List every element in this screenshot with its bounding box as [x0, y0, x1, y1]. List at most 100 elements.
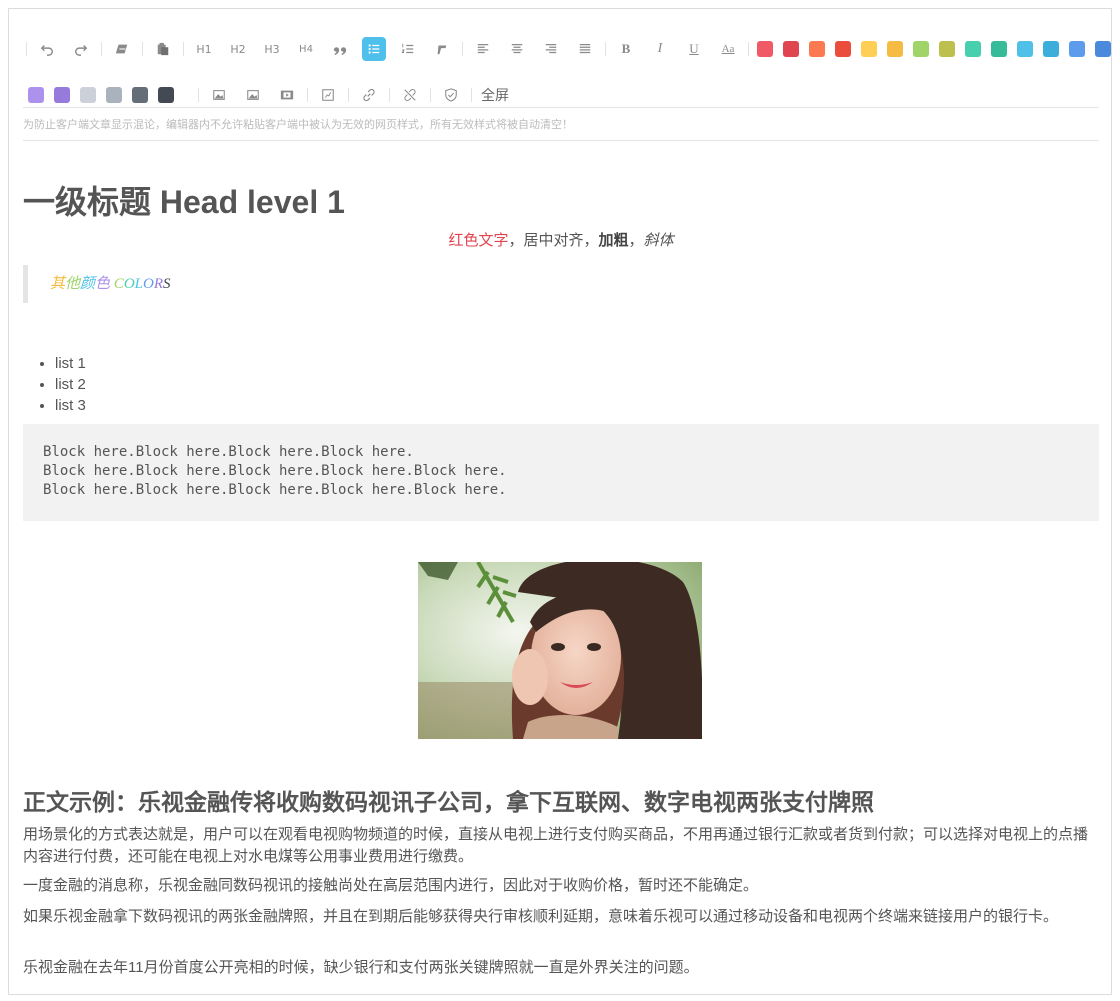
colored-char: 颜: [80, 276, 96, 292]
color-swatch[interactable]: [1069, 41, 1085, 57]
bullet-list: list 1list 2list 3: [55, 353, 86, 416]
color-swatch[interactable]: [1095, 41, 1111, 57]
blockquote-colors: 其他颜色 COLORS: [23, 265, 323, 303]
redo-icon: [75, 45, 88, 56]
font-size-button[interactable]: Aa: [711, 33, 745, 65]
color-swatch[interactable]: [965, 41, 981, 57]
undo-button[interactable]: [30, 33, 64, 65]
colored-char: O: [123, 276, 135, 292]
align-right-icon: [545, 44, 557, 54]
align-center-icon: [511, 44, 523, 54]
paragraph: 如果乐视金融拿下数码视讯的两张金融牌照，并且在到期后能够获得央行审核顺利延期，意…: [23, 908, 1059, 925]
underline-button[interactable]: U: [677, 33, 711, 65]
align-justify-button[interactable]: [568, 33, 602, 65]
color-swatch[interactable]: [835, 41, 851, 57]
unordered-list-button[interactable]: [362, 37, 386, 61]
list-item: list 3: [55, 395, 86, 416]
toolbar-divider: [748, 42, 749, 56]
color-swatch[interactable]: [887, 41, 903, 57]
image-icon: [247, 90, 259, 100]
color-swatch[interactable]: [991, 41, 1007, 57]
toolbar-divider: [101, 42, 102, 56]
paste-plain-button[interactable]: [146, 33, 180, 65]
paragraph: 乐视金融在去年11月份首度公开亮相的时候，缺少银行和支付两张关键牌照就一直是外界…: [23, 959, 699, 976]
color-swatch[interactable]: [1017, 41, 1033, 57]
align-right-button[interactable]: [534, 33, 568, 65]
heading1-button[interactable]: H1: [187, 33, 221, 65]
toolbar-divider: [605, 42, 606, 56]
bullet-list-icon: [368, 44, 380, 54]
colored-char: O: [143, 276, 154, 292]
toolbar-divider: [183, 42, 184, 56]
list-item: list 2: [55, 374, 86, 395]
code-block-button[interactable]: [425, 33, 459, 65]
color-swatch[interactable]: [106, 87, 122, 103]
align-left-button[interactable]: [466, 33, 500, 65]
unlink-icon: [404, 89, 416, 101]
toolbar-row-1: H1 H2 H3 H4 B I U Aa: [23, 33, 1116, 65]
color-swatch[interactable]: [913, 41, 929, 57]
italic-button[interactable]: I: [643, 33, 677, 65]
heading-level-1: 一级标题 Head level 1: [23, 184, 345, 220]
bold-button[interactable]: B: [609, 33, 643, 65]
color-swatch[interactable]: [809, 41, 825, 57]
redo-button[interactable]: [64, 33, 98, 65]
colored-char: R: [153, 276, 164, 292]
code-block-icon: [437, 45, 447, 55]
shield-icon: [445, 88, 457, 102]
toolbar-divider: [307, 88, 308, 102]
toolbar-divider: [430, 88, 431, 102]
link-icon: [363, 88, 375, 102]
color-swatch[interactable]: [757, 41, 773, 57]
chart-icon: [322, 89, 334, 101]
color-swatch[interactable]: [80, 87, 96, 103]
toolbar-divider: [389, 88, 390, 102]
color-swatch[interactable]: [939, 41, 955, 57]
editor-toolbar: H1 H2 H3 H4 B I U Aa 全屏: [23, 29, 1111, 109]
align-justify-icon: [579, 44, 591, 54]
heading4-button[interactable]: H4: [289, 33, 323, 65]
color-swatch[interactable]: [54, 87, 70, 103]
video-icon: [280, 90, 294, 100]
toolbar-divider: [142, 42, 143, 56]
color-swatch[interactable]: [132, 87, 148, 103]
portrait-photo: [418, 562, 702, 739]
clipboard-icon: [157, 42, 169, 56]
toolbar-divider: [26, 42, 27, 56]
code-block: Block here.Block here.Block here.Block h…: [23, 424, 1099, 521]
rich-text-editor: H1 H2 H3 H4 B I U Aa 全屏 为防止客户端文章显示混论，编辑器…: [8, 8, 1112, 995]
colored-char: 他: [65, 276, 81, 292]
centered-styled-line: 红色文字，居中对齐，加粗，斜体: [23, 229, 1099, 250]
color-swatches: [752, 41, 1116, 57]
align-center-button[interactable]: [500, 33, 534, 65]
heading3-button[interactable]: H3: [255, 33, 289, 65]
image-upload-icon: [213, 90, 225, 100]
toolbar-divider: [471, 88, 472, 102]
list-item: list 1: [55, 353, 86, 374]
colored-char: C: [113, 276, 124, 292]
color-swatch[interactable]: [783, 41, 799, 57]
separator-text: ，居中对齐，: [508, 232, 599, 249]
fullscreen-button[interactable]: 全屏: [475, 85, 515, 105]
paragraph: 用场景化的方式表达就是，用户可以在观看电视购物频道的时候，直接从电视上进行支付购…: [23, 826, 1089, 865]
colored-char: S: [163, 276, 171, 292]
color-swatch[interactable]: [158, 87, 174, 103]
paragraph: 一度金融的消息称，乐视金融同数码视讯的接触尚处在高层范围内进行，因此对于收购价格…: [23, 877, 759, 894]
paste-notice: 为防止客户端文章显示混论，编辑器内不允许粘贴客户端中被认为无效的网页样式，所有无…: [23, 107, 1099, 141]
ordered-list-button[interactable]: [391, 33, 425, 65]
red-text: 红色文字: [448, 232, 509, 249]
separator-text: ，: [628, 232, 644, 249]
undo-icon: [40, 45, 53, 56]
eraser-icon: [115, 44, 128, 54]
clear-format-button[interactable]: [105, 33, 139, 65]
toolbar-divider: [198, 88, 199, 102]
colored-char: 色: [95, 276, 111, 292]
color-swatch[interactable]: [28, 87, 44, 103]
quote-icon: [333, 47, 347, 56]
color-swatch[interactable]: [861, 41, 877, 57]
heading2-button[interactable]: H2: [221, 33, 255, 65]
align-left-icon: [477, 44, 489, 54]
blockquote-button[interactable]: [323, 33, 357, 65]
heading-level-2: 正文示例：乐视金融传将收购数码视讯子公司，拿下互联网、数字电视两张支付牌照: [23, 789, 874, 815]
color-swatch[interactable]: [1043, 41, 1059, 57]
